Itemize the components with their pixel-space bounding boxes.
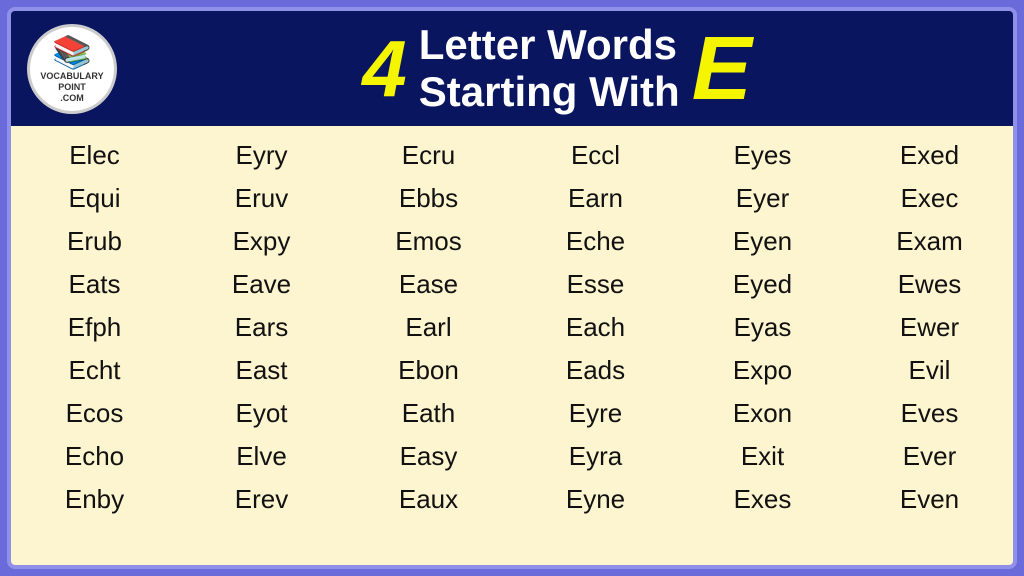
words-table: ElecEyryEcruEcclEyesExedEquiEruvEbbsEarn… [11, 134, 1013, 521]
table-row: EcosEyotEathEyreExonEves [11, 392, 1013, 435]
word-cell: Eyas [679, 306, 846, 349]
word-cell: Eyer [679, 177, 846, 220]
word-cell: Eyes [679, 134, 846, 177]
word-cell: Exam [846, 220, 1013, 263]
word-cell: Eyen [679, 220, 846, 263]
title-line2: Starting With [419, 69, 680, 115]
word-cell: Ever [846, 435, 1013, 478]
table-row: ElecEyryEcruEcclEyesExed [11, 134, 1013, 177]
logo: 📚 VOCABULARY POINT .COM [27, 24, 117, 114]
word-cell: Exec [846, 177, 1013, 220]
header: 📚 VOCABULARY POINT .COM 4 Letter Words S… [11, 11, 1013, 126]
word-cell: Eads [512, 349, 679, 392]
title-text: Letter Words Starting With [419, 22, 680, 114]
table-row: EnbyErevEauxEyneExesEven [11, 478, 1013, 521]
logo-text: VOCABULARY POINT .COM [40, 71, 103, 103]
word-cell: Eaux [345, 478, 512, 521]
logo-icon: 📚 [52, 33, 92, 71]
word-cell: Eruv [178, 177, 345, 220]
table-row: EchoElveEasyEyraExitEver [11, 435, 1013, 478]
letter-e: E [692, 24, 752, 114]
word-cell: Eccl [512, 134, 679, 177]
word-cell: Eyne [512, 478, 679, 521]
word-cell: Even [846, 478, 1013, 521]
title-line1: Letter Words [419, 22, 680, 68]
content-area: ElecEyryEcruEcclEyesExedEquiEruvEbbsEarn… [11, 126, 1013, 565]
table-row: EatsEaveEaseEsseEyedEwes [11, 263, 1013, 306]
word-cell: Esse [512, 263, 679, 306]
word-cell: Elec [11, 134, 178, 177]
word-cell: Exon [679, 392, 846, 435]
header-title: 4 Letter Words Starting With E [117, 22, 997, 114]
word-cell: Elve [178, 435, 345, 478]
word-cell: Ease [345, 263, 512, 306]
word-cell: Eves [846, 392, 1013, 435]
word-cell: Eyed [679, 263, 846, 306]
word-cell: Eche [512, 220, 679, 263]
word-cell: Expo [679, 349, 846, 392]
word-cell: Exit [679, 435, 846, 478]
word-cell: Equi [11, 177, 178, 220]
word-cell: Eyot [178, 392, 345, 435]
word-cell: Evil [846, 349, 1013, 392]
word-cell: Eyre [512, 392, 679, 435]
word-cell: Ears [178, 306, 345, 349]
word-cell: Earl [345, 306, 512, 349]
word-cell: Echt [11, 349, 178, 392]
word-cell: Eave [178, 263, 345, 306]
word-cell: Erub [11, 220, 178, 263]
word-cell: Enby [11, 478, 178, 521]
word-cell: Ebon [345, 349, 512, 392]
word-cell: Emos [345, 220, 512, 263]
word-cell: Efph [11, 306, 178, 349]
word-cell: Eyry [178, 134, 345, 177]
word-cell: Erev [178, 478, 345, 521]
word-cell: Eath [345, 392, 512, 435]
table-row: ErubExpyEmosEcheEyenExam [11, 220, 1013, 263]
word-cell: Easy [345, 435, 512, 478]
word-cell: Eats [11, 263, 178, 306]
word-cell: Eyra [512, 435, 679, 478]
number-four: 4 [362, 29, 407, 109]
word-cell: Exes [679, 478, 846, 521]
word-cell: Ebbs [345, 177, 512, 220]
word-cell: Ewes [846, 263, 1013, 306]
table-row: EquiEruvEbbsEarnEyerExec [11, 177, 1013, 220]
word-cell: Exed [846, 134, 1013, 177]
word-cell: Echo [11, 435, 178, 478]
word-cell: Ecos [11, 392, 178, 435]
word-cell: Ecru [345, 134, 512, 177]
main-container: 📚 VOCABULARY POINT .COM 4 Letter Words S… [7, 7, 1017, 569]
table-row: EfphEarsEarlEachEyasEwer [11, 306, 1013, 349]
table-row: EchtEastEbonEadsExpoEvil [11, 349, 1013, 392]
word-cell: Earn [512, 177, 679, 220]
word-cell: East [178, 349, 345, 392]
word-cell: Ewer [846, 306, 1013, 349]
word-cell: Each [512, 306, 679, 349]
word-cell: Expy [178, 220, 345, 263]
